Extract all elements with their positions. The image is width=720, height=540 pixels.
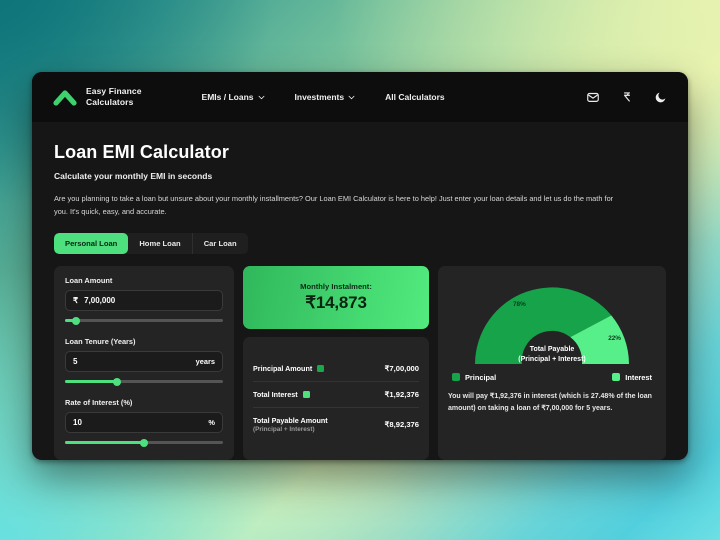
rate-of-interest-input[interactable]: 10 %: [65, 411, 223, 433]
tab-personal-loan[interactable]: Personal Loan: [54, 232, 129, 254]
slider-thumb[interactable]: [72, 316, 81, 325]
legend-item-interest: Interest: [612, 373, 652, 382]
interest-summary-note: You will pay ₹1,92,376 in interest (whic…: [448, 392, 652, 413]
page-subtitle: Calculate your monthly EMI in seconds: [54, 171, 213, 181]
currency-rupee-icon[interactable]: [620, 90, 634, 104]
chart-legend: Principal Interest: [448, 373, 656, 382]
tab-home-loan[interactable]: Home Loan: [128, 232, 193, 254]
page-content: Loan EMI Calculator Calculate your month…: [32, 122, 688, 460]
principal-amount-value: ₹7,00,000: [384, 363, 419, 373]
nav-links: EMIs / Loans Investments All Calculators: [202, 92, 445, 102]
loan-amount-label: Loan Amount: [65, 275, 113, 285]
field-loan-tenure: Loan Tenure (Years) 5 years: [65, 337, 223, 387]
interest-color-swatch-icon: [302, 390, 310, 398]
loan-tenure-label: Loan Tenure (Years): [65, 336, 136, 346]
gauge-chart-wrap: 78% 22% Total Payable (Principal + Inter…: [448, 275, 656, 367]
field-loan-amount: Loan Amount ₹ 7,00,000: [65, 276, 223, 326]
total-payable-sublabel: (Principal + Interest): [253, 425, 315, 433]
navbar: Easy Finance Calculators EMIs / Loans In…: [32, 72, 688, 122]
nav-item-investments-label: Investments: [294, 92, 345, 102]
brand-name: Easy Finance Calculators: [86, 86, 142, 107]
chart-panel: 78% 22% Total Payable (Principal + Inter…: [438, 265, 666, 460]
loan-amount-input[interactable]: ₹ 7,00,000: [65, 289, 223, 311]
field-rate-of-interest: Rate of Interest (%) 10 %: [65, 398, 223, 448]
loan-amount-slider[interactable]: [65, 316, 223, 326]
gauge-label-interest-pct: 22%: [608, 334, 621, 342]
mail-icon[interactable]: [586, 90, 600, 104]
legend-interest-swatch-icon: [612, 373, 621, 382]
nav-item-all-calculators[interactable]: All Calculators: [385, 92, 445, 102]
nav-item-all-calculators-label: All Calculators: [385, 92, 445, 102]
table-row: Principal Amount ₹7,00,000: [253, 356, 419, 382]
loan-tenure-input[interactable]: 5 years: [65, 350, 223, 372]
rate-of-interest-unit: %: [208, 417, 215, 427]
legend-principal-swatch-icon: [452, 373, 460, 382]
table-row: Total Interest ₹1,92,376: [253, 382, 419, 408]
brand-line-1: Easy Finance: [86, 86, 142, 97]
legend-principal-label: Principal: [465, 372, 497, 382]
total-interest-value: ₹1,92,376: [384, 389, 419, 399]
tab-car-loan[interactable]: Car Loan: [193, 233, 248, 254]
total-payable-label: Total Payable Amount: [253, 415, 328, 425]
legend-item-principal: Principal: [452, 373, 496, 382]
monthly-instalment-value: ₹14,873: [305, 292, 367, 312]
legend-interest-label: Interest: [625, 372, 652, 382]
principal-amount-label: Principal Amount: [253, 363, 313, 373]
inputs-panel: Loan Amount ₹ 7,00,000 Loan Tenure (Year…: [54, 265, 234, 460]
total-interest-label: Total Interest: [253, 389, 298, 399]
rate-of-interest-label: Rate of Interest (%): [65, 397, 133, 407]
chevron-up-logo-icon: [52, 86, 78, 108]
nav-item-emis-loans[interactable]: EMIs / Loans: [202, 92, 265, 102]
total-payable-value: ₹8,92,376: [384, 419, 419, 429]
rate-of-interest-slider[interactable]: [65, 438, 223, 448]
slider-thumb[interactable]: [113, 377, 122, 386]
gauge-center-title: Total Payable: [529, 345, 575, 353]
nav-item-emis-loans-label: EMIs / Loans: [201, 92, 254, 102]
brand-line-2: Calculators: [86, 97, 134, 107]
rupee-prefix-icon: ₹: [73, 295, 79, 305]
chevron-down-icon: [348, 95, 355, 100]
chevron-down-icon: [258, 95, 265, 100]
slider-track: [65, 319, 223, 323]
app-window: Easy Finance Calculators EMIs / Loans In…: [32, 72, 688, 460]
gauge-label-principal-pct: 78%: [513, 300, 526, 308]
nav-item-investments[interactable]: Investments: [295, 92, 356, 102]
page-title: Loan EMI Calculator: [54, 142, 229, 162]
brand-logo[interactable]: Easy Finance Calculators: [52, 86, 142, 108]
loan-tenure-value: 5: [73, 356, 78, 366]
breakdown-list: Principal Amount ₹7,00,000 Total Interes…: [243, 336, 429, 460]
table-row: Total Payable Amount (Principal + Intere…: [253, 408, 419, 441]
page-description: Are you planning to take a loan but unsu…: [54, 194, 614, 216]
nav-icon-group: [586, 90, 668, 104]
monthly-instalment-label: Monthly Instalment:: [300, 281, 372, 291]
slider-fill: [65, 441, 144, 445]
payable-gauge-chart: 78% 22% Total Payable (Principal + Inter…: [469, 279, 635, 367]
loan-tenure-slider[interactable]: [65, 377, 223, 387]
loan-amount-value: 7,00,000: [84, 295, 116, 305]
principal-color-swatch-icon: [317, 364, 325, 372]
moon-dark-mode-icon[interactable]: [654, 90, 668, 104]
monthly-instalment-card: Monthly Instalment: ₹14,873: [243, 265, 429, 329]
loan-tenure-unit: years: [195, 356, 215, 366]
loan-type-tabs: Personal Loan Home Loan Car Loan: [54, 232, 248, 254]
gauge-center-label: Total Payable (Principal + Interest): [469, 345, 635, 365]
slider-fill: [65, 380, 118, 384]
slider-thumb[interactable]: [140, 438, 148, 447]
results-panel: Monthly Instalment: ₹14,873 Principal Am…: [243, 265, 429, 460]
gauge-center-subtitle: (Principal + Interest): [518, 355, 586, 363]
rate-of-interest-value: 10: [73, 417, 82, 427]
calculator-panels: Loan Amount ₹ 7,00,000 Loan Tenure (Year…: [54, 265, 666, 460]
